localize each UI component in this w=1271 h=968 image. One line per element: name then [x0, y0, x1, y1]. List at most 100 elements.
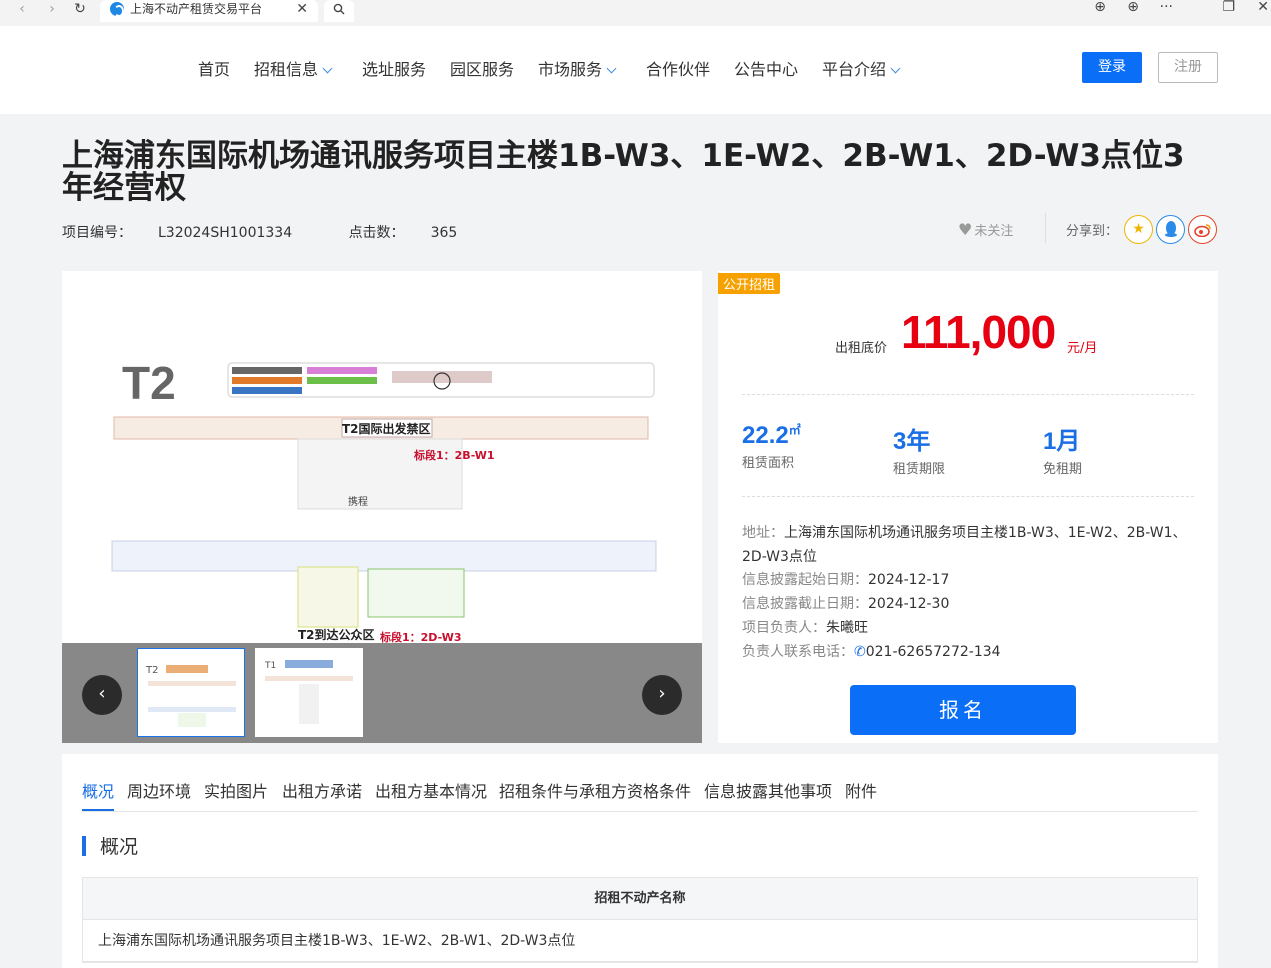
- stat-area-unit: ㎡: [788, 423, 801, 437]
- tab-photos[interactable]: 实拍图片: [204, 778, 268, 811]
- phone-icon: ✆: [854, 644, 866, 660]
- status-badge: 公开招租: [718, 273, 781, 294]
- stat-term: 3年 租赁期限: [893, 421, 945, 477]
- divider: [742, 394, 1194, 395]
- reload-icon[interactable]: ↻: [70, 0, 90, 20]
- globe-icon[interactable]: ⊕: [1127, 0, 1139, 15]
- thumb-t1-label: T1: [264, 661, 276, 671]
- tab-lessor-info[interactable]: 出租方基本情况: [375, 778, 487, 811]
- manager-label: 项目负责人：: [742, 620, 826, 636]
- register-button[interactable]: 注册: [1158, 52, 1218, 83]
- back-icon[interactable]: ‹: [12, 0, 32, 20]
- nav-label: 平台介绍: [822, 60, 887, 79]
- nav-label: 招租信息: [254, 60, 319, 79]
- phone-value[interactable]: 021-62657272-134: [866, 644, 1001, 660]
- nav-item-site-selection[interactable]: 选址服务: [362, 56, 426, 80]
- tab-other-matters[interactable]: 信息披露其他事项: [704, 778, 832, 811]
- stat-term-label: 租赁期限: [893, 462, 946, 477]
- map-terminal-label: T2: [122, 357, 176, 409]
- close-window-icon[interactable]: ✕: [1257, 0, 1269, 15]
- nav-item-leasing[interactable]: 招租信息: [254, 56, 333, 80]
- map-lot-w3-label: 标段1：2D-W3: [379, 630, 462, 643]
- weibo-share-icon[interactable]: [1188, 215, 1217, 244]
- start-date-label: 信息披露起始日期：: [742, 572, 868, 588]
- restore-icon[interactable]: ❐: [1222, 0, 1235, 15]
- apply-button[interactable]: 报名: [850, 685, 1076, 735]
- chevron-down-icon: [606, 63, 617, 74]
- map-ctrip-label: 携程: [348, 495, 368, 508]
- search-tab-icon[interactable]: [324, 0, 354, 22]
- start-date-line: 信息披露起始日期：2024-12-17: [742, 568, 1194, 592]
- manager-value: 朱曦旺: [826, 620, 868, 636]
- heart-icon: ♥: [958, 220, 973, 239]
- login-button[interactable]: 登录: [1082, 52, 1142, 83]
- stat-rent-free: 1月 免租期: [1043, 421, 1082, 477]
- end-date-line: 信息披露截止日期：2024-12-30: [742, 592, 1194, 616]
- table-cell: 上海浦东国际机场通讯服务项目主楼1B-W3、1E-W2、2B-W1、2D-W3点…: [83, 920, 1197, 962]
- nav-item-about[interactable]: 平台介绍: [822, 56, 901, 80]
- stat-area: 22.2㎡ 租赁面积: [742, 421, 801, 471]
- price-value: 111,000: [901, 306, 1056, 358]
- stat-rent-free-value: 1月: [1043, 428, 1081, 455]
- tab-lessor-commitment[interactable]: 出租方承诺: [282, 778, 362, 811]
- phone-line: 负责人联系电话：✆021-62657272-134: [742, 640, 1194, 664]
- previous-image-button[interactable]: ‹: [82, 675, 122, 715]
- nav-item-market[interactable]: 市场服务: [538, 56, 617, 80]
- chevron-down-icon: [322, 63, 333, 74]
- project-meta: 项目编号： L32024SH1001334 点击数： 365: [62, 222, 509, 242]
- share-label: 分享到：: [1066, 224, 1119, 239]
- floor-plan-image[interactable]: T2 T2国际出发禁区 标段1：2B-W1 携程 T2到达公众区 标段1：2D-…: [62, 271, 702, 643]
- download-icon[interactable]: ⊕: [1094, 0, 1106, 15]
- site-favicon-icon: [110, 2, 124, 17]
- next-image-button[interactable]: ›: [642, 675, 682, 715]
- thumbnail-t2[interactable]: T2: [137, 648, 245, 737]
- follow-button[interactable]: ♥ 未关注: [958, 220, 1013, 239]
- qzone-share-icon[interactable]: ★: [1124, 215, 1153, 244]
- map-departure-label: T2国际出发禁区: [342, 421, 431, 436]
- follow-label: 未关注: [974, 224, 1014, 239]
- close-tab-icon[interactable]: ✕: [296, 0, 308, 18]
- tab-conditions[interactable]: 招租条件与承租方资格条件: [499, 778, 691, 811]
- nav-label: 公告中心: [734, 60, 799, 79]
- price-label: 出租底价: [835, 341, 888, 356]
- divider: [1045, 213, 1046, 243]
- end-date-label: 信息披露截止日期：: [742, 596, 868, 612]
- start-date-value: 2024-12-17: [868, 572, 950, 588]
- click-count: 点击数： 365: [349, 225, 484, 241]
- nav-label: 首页: [198, 60, 231, 79]
- nav-label: 选址服务: [362, 60, 427, 79]
- map-arrival-label: T2到达公众区: [298, 627, 375, 642]
- thumbnail-t1[interactable]: T1: [255, 648, 363, 737]
- tab-surroundings[interactable]: 周边环境: [127, 778, 191, 811]
- nav-item-announcements[interactable]: 公告中心: [734, 56, 798, 80]
- address-label: 地址：: [742, 525, 784, 541]
- stat-term-value: 3年: [893, 428, 931, 455]
- section-title: 概况: [82, 836, 138, 858]
- image-gallery: T2 T2国际出发禁区 标段1：2B-W1 携程 T2到达公众区 标段1：2D-…: [62, 271, 702, 743]
- detail-content: 概况 周边环境 实拍图片 出租方承诺 出租方基本情况 招租条件与承租方资格条件 …: [62, 754, 1218, 968]
- overview-table: 招租不动产名称 上海浦东国际机场通讯服务项目主楼1B-W3、1E-W2、2B-W…: [82, 877, 1198, 963]
- browser-tab[interactable]: 上海不动产租赁交易平台 ✕: [100, 0, 318, 22]
- project-code-value: L32024SH1001334: [158, 225, 293, 241]
- price-unit: 元/月: [1067, 341, 1098, 356]
- browser-chrome: ‹ › ↻ 上海不动产租赁交易平台 ✕ ⊕ ⊕ ··· ❐ ✕: [0, 0, 1271, 22]
- page-title: 上海浦东国际机场通讯服务项目主楼1B-W3、1E-W2、2B-W1、2D-W3点…: [62, 138, 1185, 206]
- forward-icon[interactable]: ›: [42, 0, 62, 20]
- map-lot-w1-label: 标段1：2B-W1: [413, 448, 495, 462]
- stat-area-label: 租赁面积: [742, 456, 795, 471]
- nav-item-partners[interactable]: 合作伙伴: [646, 56, 710, 80]
- project-code-label: 项目编号：: [62, 225, 132, 241]
- nav-label: 合作伙伴: [646, 60, 711, 79]
- click-count-value: 365: [430, 225, 458, 241]
- nav-item-park[interactable]: 园区服务: [450, 56, 514, 80]
- nav-item-home[interactable]: 首页: [198, 56, 230, 80]
- site-header: 首页 招租信息 选址服务 园区服务 市场服务 合作伙伴 公告中心 平台介绍 登录…: [0, 26, 1271, 114]
- nav-label: 市场服务: [538, 60, 603, 79]
- thumbnail-strip: ‹ T2 T1 ›: [62, 643, 702, 743]
- tab-attachments[interactable]: 附件: [845, 778, 877, 811]
- qq-share-icon[interactable]: [1156, 215, 1185, 244]
- more-icon[interactable]: ···: [1160, 0, 1173, 15]
- divider: [742, 496, 1194, 497]
- tab-overview[interactable]: 概况: [82, 778, 115, 811]
- address-line: 地址：上海浦东国际机场通讯服务项目主楼1B-W3、1E-W2、2B-W1、2D-…: [742, 521, 1194, 569]
